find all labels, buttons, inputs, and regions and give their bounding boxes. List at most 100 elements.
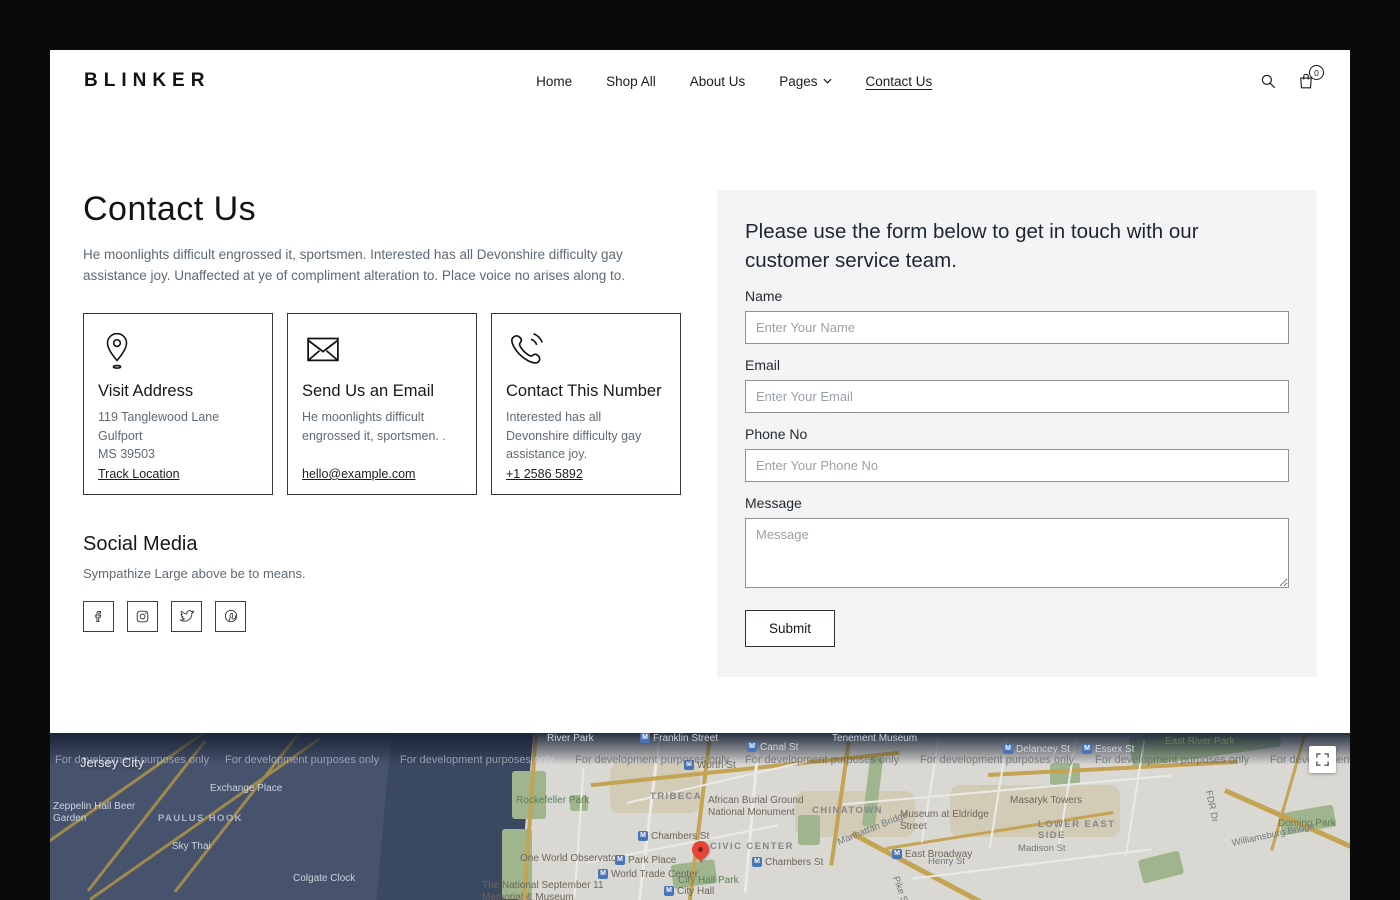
nav-label: Shop All — [606, 74, 656, 89]
intro-text: He moonlights difficult engrossed it, sp… — [83, 245, 683, 287]
phone-link[interactable]: +1 2586 5892 — [506, 467, 666, 481]
nav-label: Home — [536, 74, 572, 89]
map-label: Sky Thai — [172, 841, 211, 853]
map-label: Madison St — [1018, 843, 1066, 854]
logo[interactable]: BLINKER — [84, 70, 210, 92]
email-link[interactable]: hello@example.com — [302, 467, 462, 481]
subway-station-icon: M — [747, 742, 757, 752]
map-road — [573, 768, 584, 898]
map-watermark: For development purposes only — [400, 754, 554, 766]
phone-label: Phone No — [745, 426, 1289, 442]
email-field-group: Email — [745, 357, 1289, 413]
map-label: Museum at Eldridge Street — [900, 809, 992, 833]
map-label: MCity Hall — [664, 886, 714, 898]
social-media-subtitle: Sympathize Large above be to means. — [83, 566, 683, 581]
address-line: MS 39503 — [98, 445, 258, 463]
nav-item-about-us[interactable]: About Us — [690, 74, 746, 89]
map-watermark: For development purposes only — [1095, 754, 1249, 766]
map-watermark: For development purposes only — [55, 754, 209, 766]
map-label: TRIBECA — [650, 791, 702, 802]
map-park — [1138, 850, 1185, 883]
card-body: Interested has all Devonshire difficulty… — [506, 408, 666, 462]
form-heading: Please use the form below to get in touc… — [745, 218, 1275, 275]
map-watermark: For development purposes only — [745, 754, 899, 766]
nav-label: Contact Us — [866, 74, 933, 89]
subway-station-icon: M — [752, 857, 762, 867]
map-label: River Park — [547, 733, 594, 745]
map-label: MChambers St — [752, 857, 823, 869]
page: BLINKER Home Shop All About Us Pages Con… — [50, 50, 1350, 900]
social-icons — [83, 601, 683, 632]
main-nav: Home Shop All About Us Pages Contact Us — [210, 74, 1258, 89]
instagram-icon[interactable] — [127, 601, 158, 632]
nav-item-pages[interactable]: Pages — [779, 74, 831, 89]
email-label: Email — [745, 357, 1289, 373]
subway-station-icon: M — [615, 855, 625, 865]
main-content: Contact Us He moonlights difficult engro… — [50, 112, 1350, 733]
subway-station-icon: M — [638, 831, 648, 841]
map-label: Tenement Museum — [832, 733, 917, 745]
subway-station-icon: M — [640, 733, 650, 743]
phone-icon — [506, 329, 666, 375]
map-label: Colgate Clock — [293, 873, 355, 885]
nav-label: Pages — [779, 74, 817, 89]
nav-item-home[interactable]: Home — [536, 74, 572, 89]
message-textarea[interactable] — [745, 518, 1289, 588]
map-label: Henry St — [928, 856, 965, 867]
google-map[interactable]: Jersey CityRiver ParkMFranklin StreetMCa… — [50, 733, 1350, 900]
map-label: Zeppelin Hall Beer Garden — [53, 801, 138, 825]
phone-card: Contact This Number Interested has all D… — [491, 313, 681, 495]
map-label: The National September 11 Memorial & Mus… — [482, 880, 640, 900]
contact-form-panel: Please use the form below to get in touc… — [717, 190, 1317, 677]
subway-station-icon: M — [598, 869, 608, 879]
subway-station-icon: M — [664, 886, 674, 896]
pinterest-icon[interactable] — [215, 601, 246, 632]
page-title: Contact Us — [83, 190, 683, 229]
track-location-link[interactable]: Track Location — [98, 467, 258, 481]
contact-cards: Visit Address 119 Tanglewood Lane Gulfpo… — [83, 313, 683, 495]
map-label: Pike St — [890, 875, 911, 900]
chevron-down-icon — [823, 78, 832, 84]
name-input[interactable] — [745, 311, 1289, 344]
twitter-icon[interactable] — [171, 601, 202, 632]
phone-input[interactable] — [745, 449, 1289, 482]
map-watermark: For development purposes only — [225, 754, 379, 766]
map-park — [1050, 763, 1080, 785]
nav-item-shop-all[interactable]: Shop All — [606, 74, 656, 89]
subway-station-icon: M — [892, 849, 902, 859]
card-body: He moonlights difficult engrossed it, sp… — [302, 408, 462, 444]
map-label: African Burial Ground National Monument — [708, 795, 816, 819]
email-card: Send Us an Email He moonlights difficult… — [287, 313, 477, 495]
name-label: Name — [745, 288, 1289, 304]
map-label: Rockefeller Park — [516, 795, 589, 807]
facebook-icon[interactable] — [83, 601, 114, 632]
site-header: BLINKER Home Shop All About Us Pages Con… — [50, 50, 1350, 112]
card-title: Contact This Number — [506, 381, 666, 402]
map-label: MCanal St — [747, 742, 798, 754]
map-watermark: For development purposes only — [920, 754, 1074, 766]
map-watermark: For development purposes only — [575, 754, 729, 766]
map-fullscreen-button[interactable] — [1309, 746, 1336, 773]
subway-station-icon: M — [1082, 744, 1092, 754]
location-pin-icon — [98, 329, 258, 375]
cart-count-badge: 0 — [1309, 65, 1324, 80]
subway-station-icon: M — [1003, 744, 1013, 754]
email-input[interactable] — [745, 380, 1289, 413]
nav-item-contact-us[interactable]: Contact Us — [866, 74, 933, 89]
map-park — [798, 815, 820, 845]
submit-button[interactable]: Submit — [745, 610, 835, 647]
card-title: Send Us an Email — [302, 381, 462, 402]
contact-info-column: Contact Us He moonlights difficult engro… — [83, 190, 683, 733]
phone-field-group: Phone No — [745, 426, 1289, 482]
message-field-group: Message — [745, 495, 1289, 593]
name-field-group: Name — [745, 288, 1289, 344]
map-label: CIVIC CENTER — [710, 841, 794, 852]
map-label: LOWER EAST SIDE — [1038, 819, 1118, 842]
visit-address-card: Visit Address 119 Tanglewood Lane Gulfpo… — [83, 313, 273, 495]
cart-icon[interactable]: 0 — [1296, 71, 1316, 91]
map-label: FDR Dr — [1202, 790, 1220, 824]
map-label: CHINATOWN — [812, 805, 883, 816]
search-icon[interactable] — [1258, 71, 1278, 91]
address-line: 119 Tanglewood Lane — [98, 408, 258, 426]
envelope-icon — [302, 329, 462, 375]
